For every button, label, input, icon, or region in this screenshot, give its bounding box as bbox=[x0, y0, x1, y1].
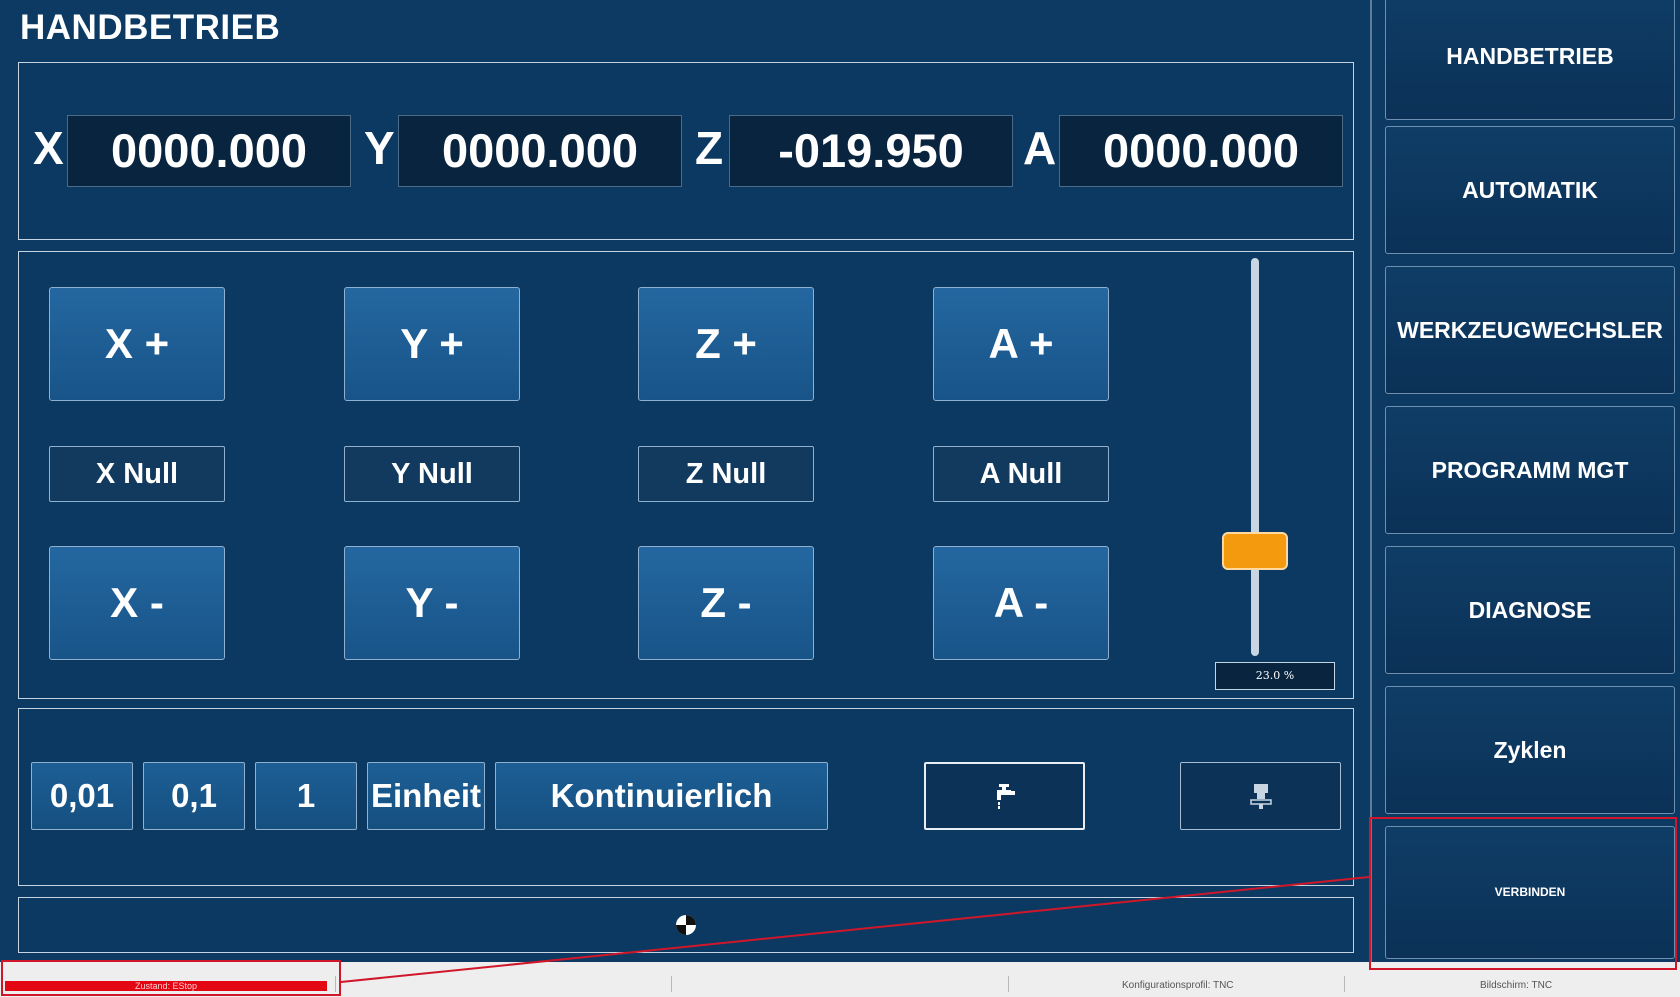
status-separator bbox=[1008, 976, 1009, 992]
spindle-button[interactable] bbox=[1180, 762, 1341, 830]
message-panel bbox=[18, 897, 1354, 953]
a-null-button[interactable]: A Null bbox=[933, 446, 1109, 502]
status-separator bbox=[671, 976, 672, 992]
highlight-box-verbinden bbox=[1369, 817, 1677, 970]
status-separator bbox=[1344, 976, 1345, 992]
highlight-box-estop bbox=[1, 960, 341, 996]
feed-override-readout: 23.0 % bbox=[1215, 662, 1335, 690]
step-1-button[interactable]: 1 bbox=[255, 762, 357, 830]
screen-status: Bildschirm: TNC bbox=[1480, 980, 1553, 991]
sidebar-item-werkzeugwechsler[interactable]: WERKZEUGWECHSLER bbox=[1385, 266, 1675, 394]
z-plus-button[interactable]: Z + bbox=[638, 287, 814, 401]
coolant-button[interactable] bbox=[924, 762, 1085, 830]
axis-label-y: Y bbox=[364, 122, 395, 174]
axis-label-a: A bbox=[1023, 122, 1057, 174]
a-minus-button[interactable]: A - bbox=[933, 546, 1109, 660]
a-plus-button[interactable]: A + bbox=[933, 287, 1109, 401]
step-0-01-button[interactable]: 0,01 bbox=[31, 762, 133, 830]
sidebar-item-diagnose[interactable]: DIAGNOSE bbox=[1385, 546, 1675, 674]
x-null-button[interactable]: X Null bbox=[49, 446, 225, 502]
y-minus-button[interactable]: Y - bbox=[344, 546, 520, 660]
continuous-button[interactable]: Kontinuierlich bbox=[495, 762, 828, 830]
y-null-button[interactable]: Y Null bbox=[344, 446, 520, 502]
x-plus-button[interactable]: X + bbox=[49, 287, 225, 401]
y-plus-button[interactable]: Y + bbox=[344, 287, 520, 401]
feed-override-slider-track[interactable] bbox=[1251, 258, 1259, 656]
step-unit-button[interactable]: Einheit bbox=[367, 762, 485, 830]
axis-label-z: Z bbox=[695, 122, 724, 174]
z-null-button[interactable]: Z Null bbox=[638, 446, 814, 502]
origin-marker-icon bbox=[676, 915, 696, 935]
a-position-readout: 0000.000 bbox=[1059, 115, 1343, 187]
z-position-readout: -019.950 bbox=[729, 115, 1013, 187]
y-position-readout: 0000.000 bbox=[398, 115, 682, 187]
sidebar-item-handbetrieb[interactable]: HANDBETRIEB bbox=[1385, 0, 1675, 120]
x-position-readout: 0000.000 bbox=[67, 115, 351, 187]
step-0-1-button[interactable]: 0,1 bbox=[143, 762, 245, 830]
page-title: HANDBETRIEB bbox=[20, 8, 281, 47]
sidebar-item-programm-mgt[interactable]: PROGRAMM MGT bbox=[1385, 406, 1675, 534]
z-minus-button[interactable]: Z - bbox=[638, 546, 814, 660]
position-display-panel: X 0000.000 Y 0000.000 Z -019.950 A 0000.… bbox=[18, 62, 1354, 240]
axis-label-x: X bbox=[33, 122, 64, 174]
main-area: HANDBETRIEB X 0000.000 Y 0000.000 Z -019… bbox=[0, 0, 1372, 962]
x-minus-button[interactable]: X - bbox=[49, 546, 225, 660]
spindle-icon bbox=[1249, 784, 1272, 809]
config-profile-status: Konfigurationsprofil: TNC bbox=[1122, 980, 1234, 991]
feed-override-slider-handle[interactable] bbox=[1222, 532, 1288, 570]
sidebar-item-automatik[interactable]: AUTOMATIK bbox=[1385, 126, 1675, 254]
coolant-tap-icon bbox=[996, 784, 1015, 809]
sidebar-item-zyklen[interactable]: Zyklen bbox=[1385, 686, 1675, 814]
